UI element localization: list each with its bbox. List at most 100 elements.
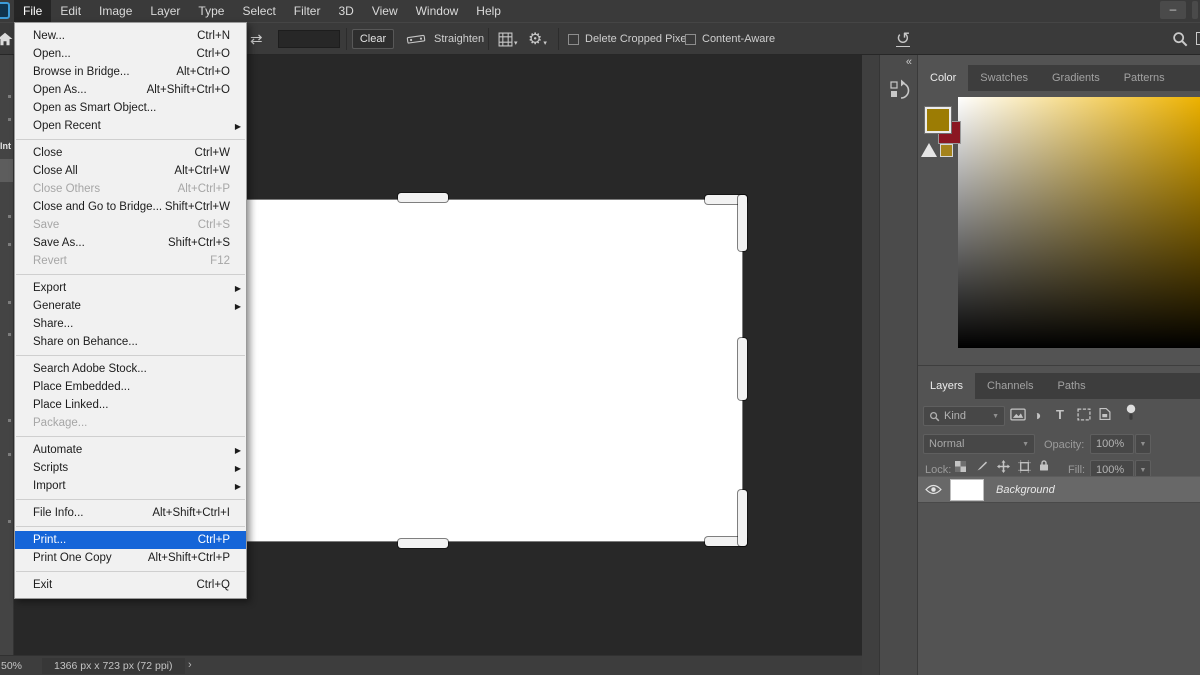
menu-item-file-info[interactable]: File Info...Alt+Shift+Ctrl+I: [15, 504, 246, 522]
menu-image[interactable]: Image: [90, 0, 141, 22]
layer-visibility-toggle[interactable]: [918, 484, 948, 495]
menu-item-export[interactable]: Export▶: [15, 279, 246, 297]
search-icon: [929, 411, 940, 422]
filter-shape-layers-icon[interactable]: [1077, 408, 1091, 421]
menu-item-open[interactable]: Open...Ctrl+O: [15, 45, 246, 63]
lock-all-icon[interactable]: [1039, 459, 1049, 472]
menu-item-save: SaveCtrl+S: [15, 216, 246, 234]
home-icon[interactable]: [0, 32, 13, 46]
content-aware-label: Content-Aware: [702, 33, 775, 45]
layer-row-background[interactable]: Background: [918, 476, 1200, 503]
overlay-dropdown-arrow[interactable]: ▾: [514, 39, 518, 47]
lock-label: Lock:: [925, 464, 951, 476]
straighten-label[interactable]: Straighten: [434, 33, 484, 45]
menu-item-print[interactable]: Print...Ctrl+P: [15, 531, 246, 549]
tab-patterns[interactable]: Patterns: [1112, 65, 1177, 91]
menu-type[interactable]: Type: [189, 0, 233, 22]
tools-panel-edge[interactable]: Int: [0, 55, 14, 655]
menu-item-open-recent[interactable]: Open Recent▶: [15, 117, 246, 135]
straighten-icon[interactable]: [406, 32, 426, 46]
opacity-value-field[interactable]: 100%: [1090, 434, 1134, 454]
menu-item-place-embedded[interactable]: Place Embedded...: [15, 378, 246, 396]
crop-handle-right[interactable]: [738, 338, 747, 400]
tab-swatches[interactable]: Swatches: [968, 65, 1040, 91]
gamut-warning-icon[interactable]: [921, 143, 937, 157]
delete-cropped-pixels-checkbox[interactable]: [568, 34, 579, 45]
clear-button[interactable]: Clear: [352, 29, 394, 49]
lock-transparent-pixels-icon[interactable]: [955, 461, 966, 472]
menu-help[interactable]: Help: [467, 0, 510, 22]
gear-dropdown-arrow[interactable]: ▾: [543, 39, 547, 47]
filter-pixel-layers-icon[interactable]: [1010, 408, 1026, 421]
opacity-dropdown[interactable]: ▼: [1135, 434, 1151, 454]
menu-item-open-as[interactable]: Open As...Alt+Shift+Ctrl+O: [15, 81, 246, 99]
menu-item-browse-in-bridge[interactable]: Browse in Bridge...Alt+Ctrl+O: [15, 63, 246, 81]
menu-item-close-and-go-to-bridge[interactable]: Close and Go to Bridge...Shift+Ctrl+W: [15, 198, 246, 216]
lock-position-icon[interactable]: [997, 460, 1010, 473]
zoom-level[interactable]: 50%: [1, 660, 22, 672]
menu-item-share-on-behance[interactable]: Share on Behance...: [15, 333, 246, 351]
crop-settings-gear-icon[interactable]: ⚙: [528, 29, 542, 49]
crop-handle-top[interactable]: [398, 193, 448, 202]
menu-item-save-as[interactable]: Save As...Shift+Ctrl+S: [15, 234, 246, 252]
search-icon[interactable]: [1172, 31, 1188, 47]
color-picker-field[interactable]: [958, 97, 1200, 348]
minimize-button[interactable]: –: [1160, 1, 1186, 19]
filter-type-layers-icon[interactable]: T: [1056, 407, 1064, 422]
menu-layer[interactable]: Layer: [141, 0, 189, 22]
tab-layers[interactable]: Layers: [918, 373, 975, 399]
menu-item-generate[interactable]: Generate▶: [15, 297, 246, 315]
lock-image-pixels-icon[interactable]: [976, 460, 988, 472]
menu-3d[interactable]: 3D: [329, 0, 362, 22]
menu-bar: File Edit Image Layer Type Select Filter…: [0, 0, 1200, 22]
layer-thumbnail[interactable]: [950, 479, 984, 501]
menu-item-close-all[interactable]: Close AllAlt+Ctrl+W: [15, 162, 246, 180]
menu-item-close[interactable]: CloseCtrl+W: [15, 144, 246, 162]
menu-item-open-as-smart-object[interactable]: Open as Smart Object...: [15, 99, 246, 117]
filter-adjustment-layers-icon[interactable]: ◑: [1033, 407, 1041, 423]
menu-view[interactable]: View: [363, 0, 407, 22]
blend-mode-select[interactable]: Normal▼: [923, 434, 1035, 454]
collapse-panels-icon[interactable]: «: [906, 56, 911, 68]
status-options-chevron[interactable]: ›: [188, 659, 192, 671]
tab-gradients[interactable]: Gradients: [1040, 65, 1112, 91]
layer-name[interactable]: Background: [996, 484, 1055, 496]
menu-separator: [16, 274, 245, 275]
menu-item-import[interactable]: Import▶: [15, 477, 246, 495]
lock-artboard-icon[interactable]: [1018, 460, 1031, 473]
crop-ratio-input[interactable]: [278, 30, 340, 48]
menu-item-share[interactable]: Share...: [15, 315, 246, 333]
tools-panel-fragment-label: Int: [0, 141, 11, 151]
menu-item-print-one-copy[interactable]: Print One CopyAlt+Shift+Ctrl+P: [15, 549, 246, 567]
gamut-nearest-color-swatch[interactable]: [940, 144, 953, 157]
content-aware-checkbox[interactable]: [685, 34, 696, 45]
photoshop-logo-icon[interactable]: [0, 2, 10, 19]
maximize-button[interactable]: [1192, 1, 1198, 19]
menu-separator: [16, 355, 245, 356]
workspace-icon[interactable]: [1196, 32, 1200, 45]
tab-channels[interactable]: Channels: [975, 373, 1045, 399]
menu-file[interactable]: File: [14, 0, 51, 22]
menu-item-scripts[interactable]: Scripts▶: [15, 459, 246, 477]
menu-item-new[interactable]: New...Ctrl+N: [15, 27, 246, 45]
tab-color[interactable]: Color: [918, 65, 968, 91]
swap-dimensions-icon[interactable]: ⇄: [250, 30, 263, 48]
filter-kind-select[interactable]: Kind ▼: [923, 406, 1005, 426]
history-panel-icon[interactable]: [890, 79, 910, 101]
filter-toggle[interactable]: [1126, 404, 1136, 421]
menu-item-place-linked[interactable]: Place Linked...: [15, 396, 246, 414]
menu-edit[interactable]: Edit: [51, 0, 90, 22]
menu-item-automate[interactable]: Automate▶: [15, 441, 246, 459]
foreground-color-swatch[interactable]: [925, 107, 951, 133]
filter-smart-objects-icon[interactable]: [1099, 407, 1111, 421]
crop-handle-bottom[interactable]: [398, 539, 448, 548]
menu-separator: [16, 526, 245, 527]
tab-paths[interactable]: Paths: [1046, 373, 1098, 399]
menu-item-search-adobe-stock[interactable]: Search Adobe Stock...: [15, 360, 246, 378]
menu-filter[interactable]: Filter: [285, 0, 330, 22]
menu-select[interactable]: Select: [233, 0, 284, 22]
menu-window[interactable]: Window: [407, 0, 468, 22]
reset-icon[interactable]: ↺: [896, 31, 910, 47]
menu-item-exit[interactable]: ExitCtrl+Q: [15, 576, 246, 594]
crop-overlay-icon[interactable]: [498, 32, 513, 47]
